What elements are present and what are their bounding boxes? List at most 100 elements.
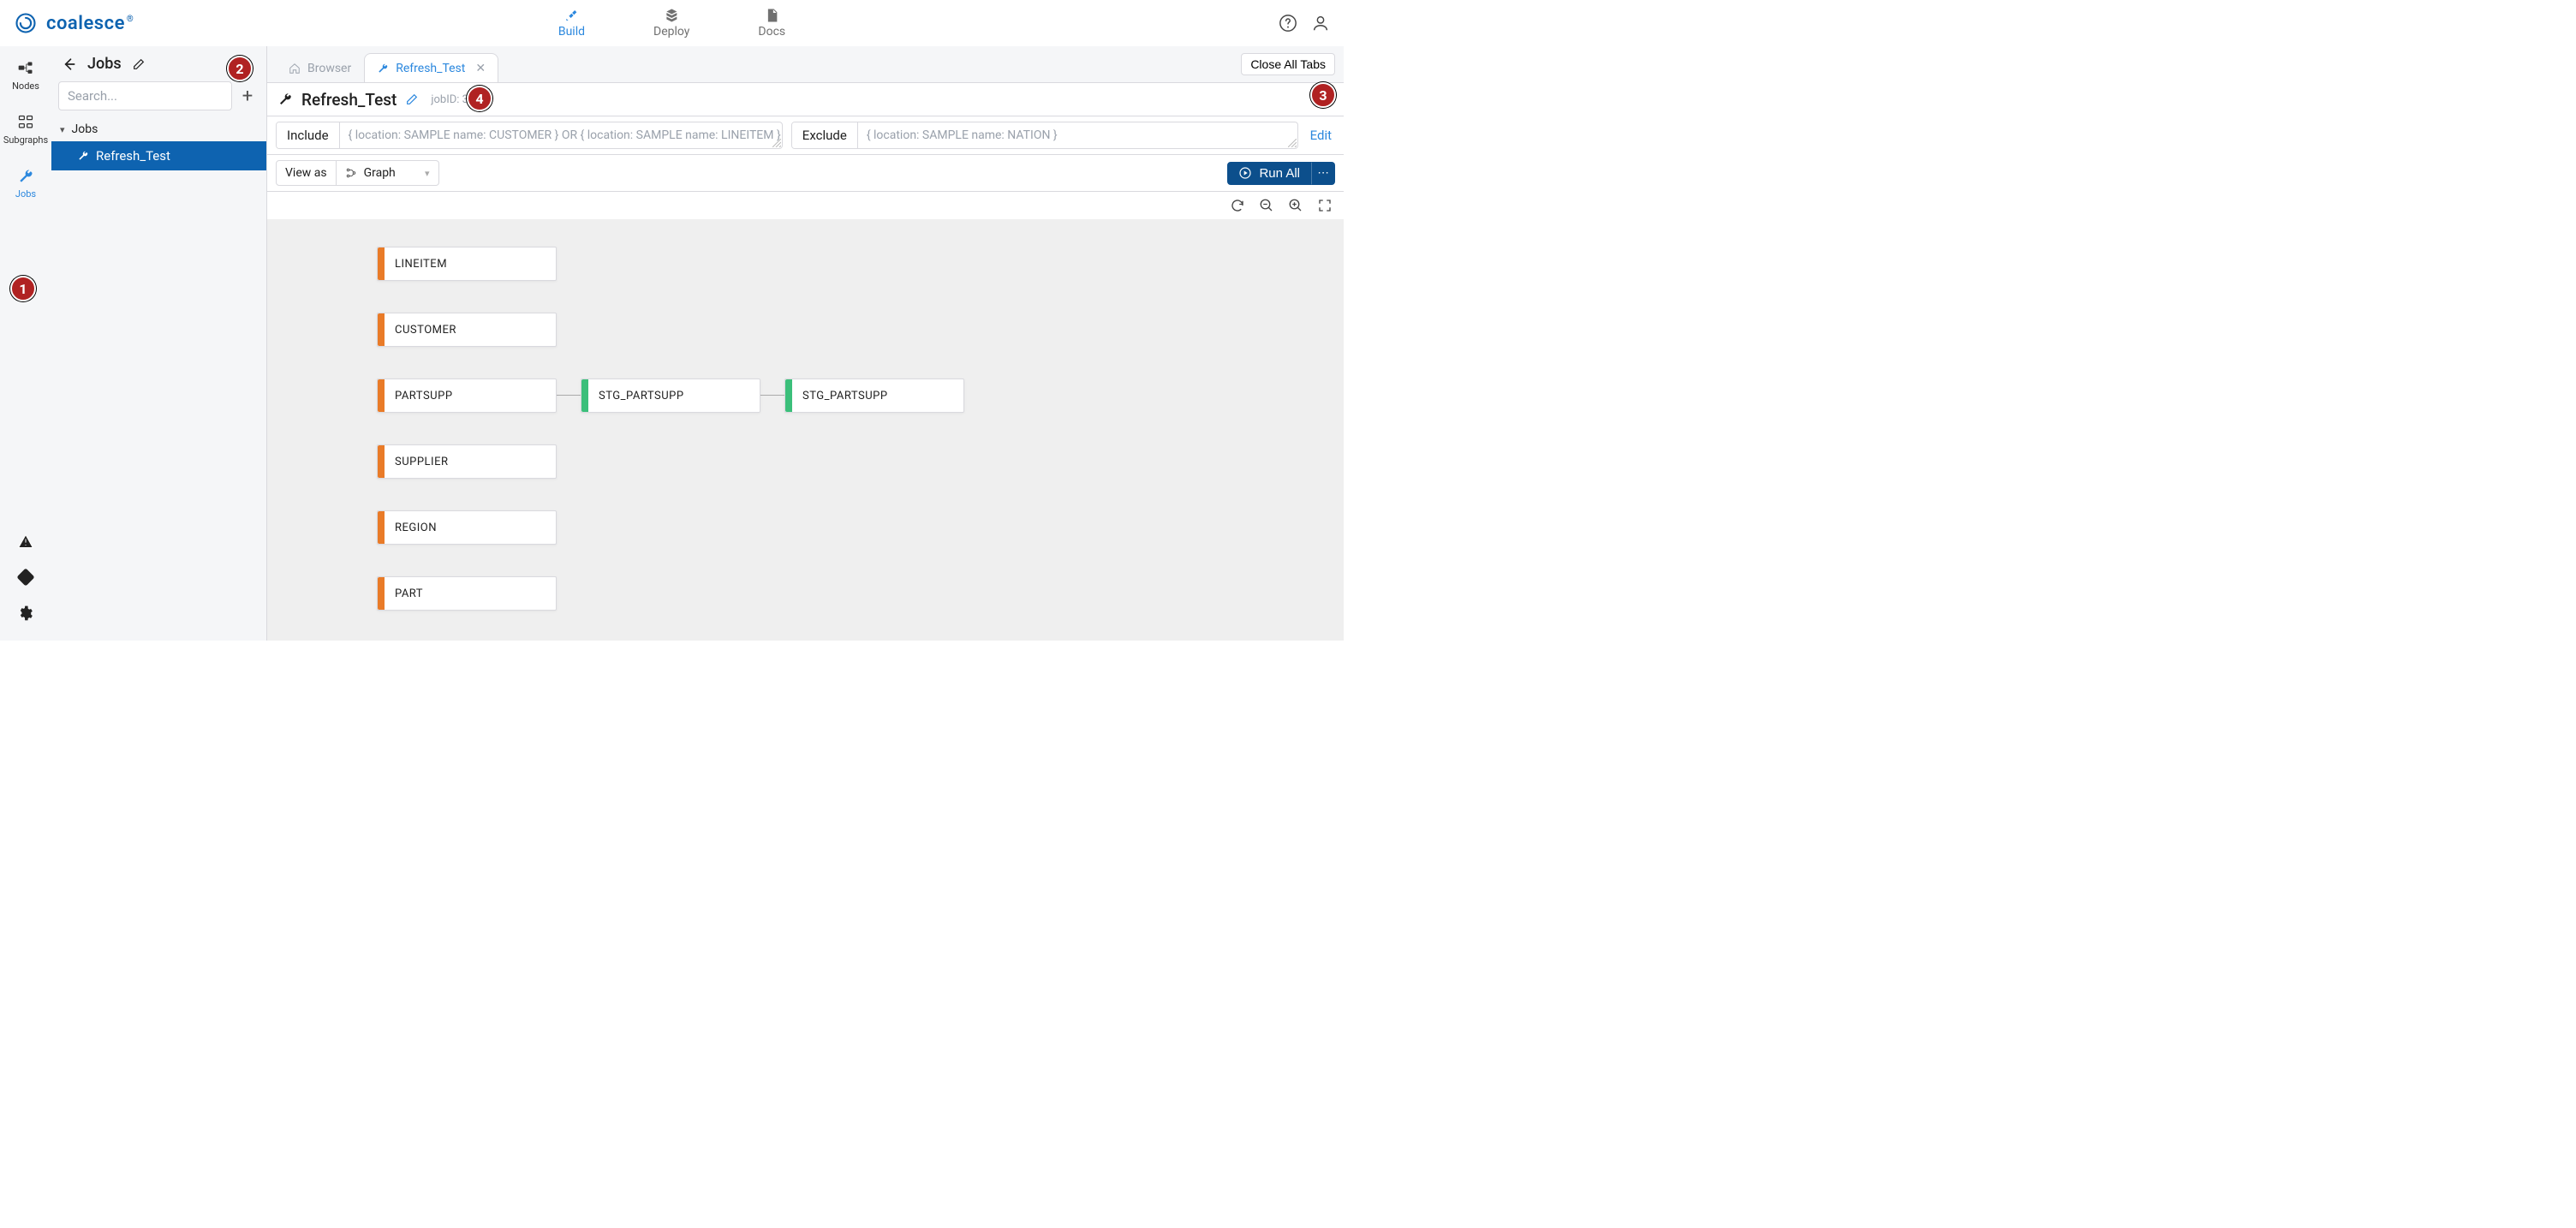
chevron-down-icon: ▾ [60, 124, 65, 135]
back-arrow-icon[interactable] [60, 56, 77, 73]
view-row: View as Graph ▾ Run All ⋯ [267, 155, 1344, 192]
resize-handle-icon[interactable] [1288, 139, 1297, 147]
include-input: { location: SAMPLE name: CUSTOMER } OR {… [340, 122, 782, 148]
rail-subgraphs-label: Subgraphs [3, 134, 48, 146]
node-stripe [378, 445, 385, 478]
graph-canvas[interactable]: LINEITEM CUSTOMER PARTSUPP SUPPLIER REGI… [267, 219, 1344, 641]
node-stripe [378, 313, 385, 346]
user-icon[interactable] [1311, 14, 1330, 33]
rail-nodes-label: Nodes [12, 80, 39, 92]
node-stg-partsupp-2[interactable]: STG_PARTSUPP [784, 379, 964, 413]
zoom-out-icon[interactable] [1258, 197, 1275, 214]
node-stripe [581, 379, 588, 412]
edit-filters-link[interactable]: Edit [1307, 122, 1335, 149]
play-circle-icon [1238, 166, 1252, 180]
top-right [1279, 14, 1330, 33]
zoom-in-icon[interactable] [1287, 197, 1304, 214]
nav-docs-label: Docs [758, 25, 785, 39]
node-partsupp[interactable]: PARTSUPP [377, 379, 557, 413]
top-bar: coalesce® Build Deploy Docs [0, 0, 1344, 46]
tools-icon [563, 8, 580, 23]
step-badge-4: 4 [467, 86, 492, 111]
brand: coalesce® [14, 11, 134, 35]
jobs-panel: Jobs Search... + ▾ Jobs Refresh_Test [51, 46, 267, 641]
node-supplier[interactable]: SUPPLIER [377, 444, 557, 479]
close-all-tabs-button[interactable]: Close All Tabs [1241, 53, 1335, 75]
top-nav: Build Deploy Docs [558, 8, 785, 39]
exclude-input: { location: SAMPLE name: NATION } [858, 122, 1297, 148]
brand-name: coalesce® [46, 13, 134, 34]
view-as-label: View as [276, 160, 337, 186]
run-all-more-button[interactable]: ⋯ [1311, 162, 1335, 185]
view-mode-select[interactable]: Graph ▾ [337, 160, 439, 186]
node-label: PARTSUPP [385, 390, 453, 402]
wrench-icon [277, 92, 293, 107]
node-customer[interactable]: CUSTOMER [377, 313, 557, 347]
node-label: CUSTOMER [385, 324, 456, 337]
node-part[interactable]: PART [377, 576, 557, 611]
nav-build[interactable]: Build [558, 8, 585, 39]
jobs-search-placeholder: Search... [68, 88, 117, 104]
tab-refresh-test[interactable]: Refresh_Test ✕ [364, 53, 498, 82]
rail-nodes[interactable]: Nodes [0, 57, 51, 95]
nav-docs[interactable]: Docs [758, 8, 785, 39]
node-stripe [378, 511, 385, 544]
nav-deploy-label: Deploy [653, 25, 689, 39]
add-job-button[interactable]: + [236, 81, 259, 110]
run-all-wrap: Run All ⋯ [1227, 162, 1335, 185]
node-label: STG_PARTSUPP [588, 390, 684, 402]
run-all-button[interactable]: Run All [1227, 162, 1311, 185]
include-label: Include [277, 122, 340, 148]
step-badge-1: 1 [10, 276, 36, 301]
edit-jobs-icon[interactable] [132, 57, 146, 71]
work-area: Browser Refresh_Test ✕ Close All Tabs Re… [267, 46, 1344, 641]
node-label: STG_PARTSUPP [792, 390, 888, 402]
wrench-icon [17, 168, 34, 185]
graph-edge [557, 395, 581, 396]
rail-jobs-label: Jobs [15, 188, 36, 200]
rail-bottom [17, 533, 34, 641]
tab-strip: Browser Refresh_Test ✕ Close All Tabs [267, 46, 1344, 82]
branch-icon [345, 167, 357, 179]
resize-handle-icon[interactable] [772, 139, 781, 147]
rail-jobs[interactable]: Jobs [0, 164, 51, 203]
node-label: LINEITEM [385, 258, 447, 271]
jobs-tree-item-label: Refresh_Test [96, 148, 170, 164]
tab-browser[interactable]: Browser [276, 53, 364, 82]
node-region[interactable]: REGION [377, 510, 557, 545]
node-label: SUPPLIER [385, 456, 449, 468]
exclude-filter[interactable]: Exclude { location: SAMPLE name: NATION … [791, 122, 1298, 149]
nav-build-label: Build [558, 25, 585, 39]
nav-deploy[interactable]: Deploy [653, 8, 689, 39]
refresh-icon[interactable] [1229, 197, 1246, 214]
help-icon[interactable] [1279, 14, 1297, 33]
job-id-label: jobID: 3 [431, 93, 468, 106]
step-badge-2: 2 [227, 56, 253, 81]
home-icon [289, 63, 301, 75]
fullscreen-icon[interactable] [1316, 197, 1333, 214]
node-label: PART [385, 587, 423, 600]
wrench-icon [77, 150, 89, 162]
edit-job-title-icon[interactable] [405, 92, 419, 106]
job-title: Refresh_Test [301, 90, 397, 110]
include-filter[interactable]: Include { location: SAMPLE name: CUSTOME… [276, 122, 783, 149]
tab-browser-label: Browser [307, 62, 351, 75]
chevron-down-icon: ▾ [425, 168, 430, 179]
jobs-panel-title: Jobs [87, 55, 122, 73]
view-mode-value: Graph [364, 166, 396, 180]
settings-icon[interactable] [17, 605, 34, 622]
rail-subgraphs[interactable]: Subgraphs [0, 110, 51, 149]
run-all-label: Run All [1259, 166, 1300, 181]
node-stg-partsupp-1[interactable]: STG_PARTSUPP [581, 379, 760, 413]
jobs-tree-group[interactable]: ▾ Jobs [51, 117, 266, 141]
git-icon[interactable] [17, 569, 34, 586]
tab-close-icon[interactable]: ✕ [475, 62, 486, 75]
node-stripe [378, 379, 385, 412]
jobs-search-input[interactable]: Search... [58, 81, 232, 110]
problems-icon[interactable] [17, 533, 34, 550]
node-stripe [378, 247, 385, 280]
docs-icon [763, 8, 780, 23]
step-badge-3: 3 [1310, 82, 1336, 108]
node-lineitem[interactable]: LINEITEM [377, 247, 557, 281]
jobs-tree-item-refresh-test[interactable]: Refresh_Test [51, 141, 266, 170]
